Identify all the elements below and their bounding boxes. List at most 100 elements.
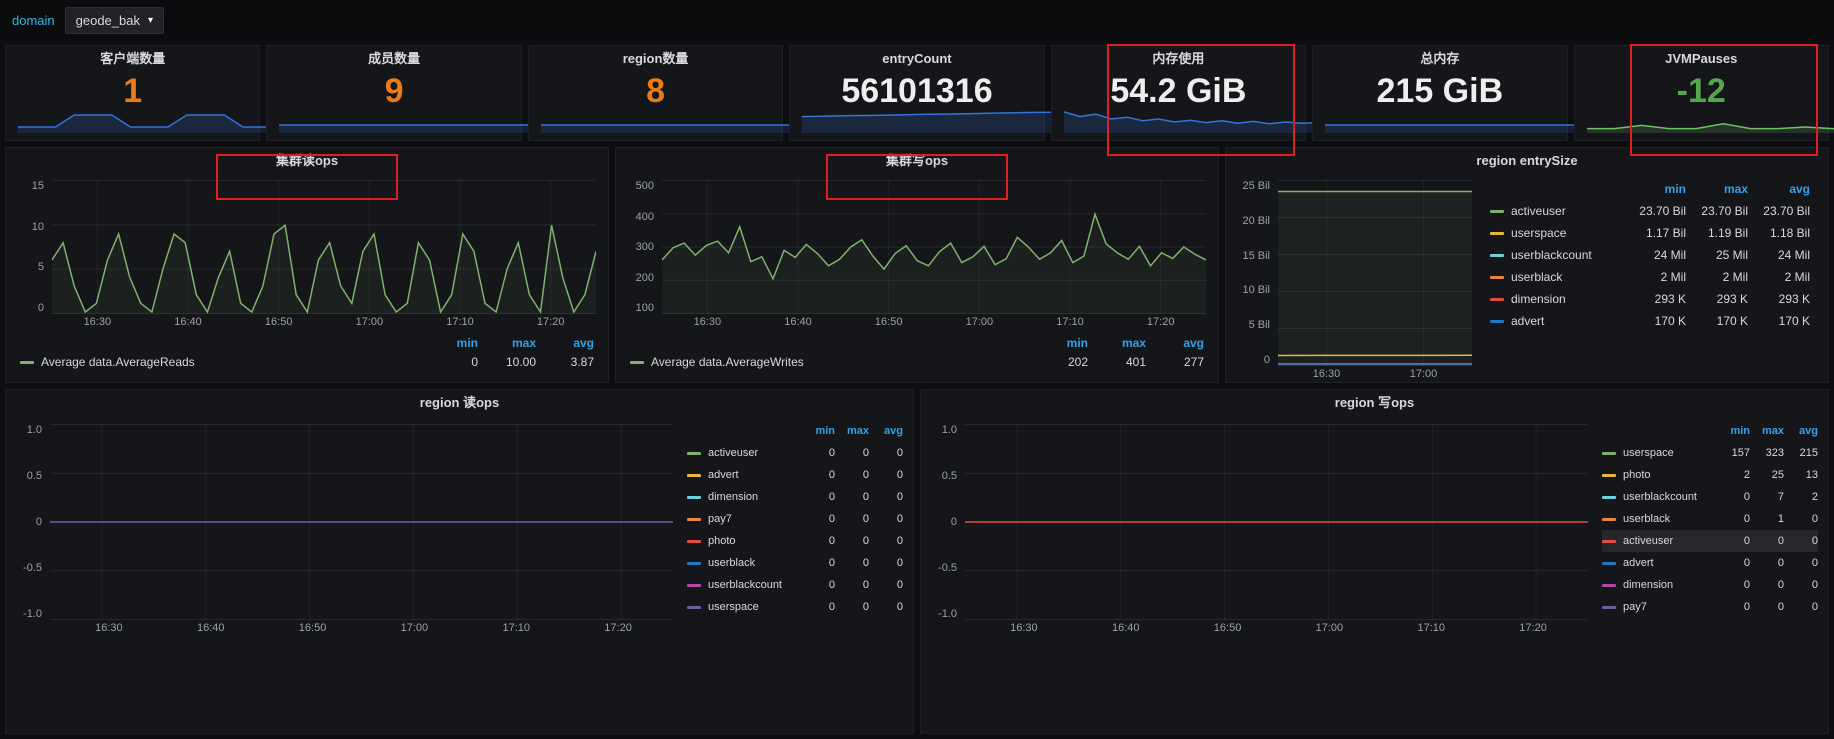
legend-row[interactable]: userspace 0 0 0 <box>687 596 903 618</box>
series-min: 23.70 Bil <box>1624 204 1686 218</box>
legend-row[interactable]: dimension 0 0 0 <box>1602 574 1818 596</box>
legend-rows: activeuser 23.70 Bil 23.70 Bil 23.70 Bil… <box>1490 200 1810 332</box>
legend-row[interactable]: userblack 2 Mil 2 Mil 2 Mil <box>1490 266 1810 288</box>
series-color-dash <box>1602 584 1616 587</box>
stat-panel-title[interactable]: 总内存 <box>1313 46 1566 72</box>
y-tick: -0.5 <box>938 562 957 574</box>
legend-col-max[interactable]: max <box>835 425 869 437</box>
stat-panel-title[interactable]: 成员数量 <box>267 46 520 72</box>
panel-title[interactable]: 集群写ops <box>616 148 1218 174</box>
variable-dropdown[interactable]: geode_bak ▾ <box>65 7 164 34</box>
legend-col-max[interactable]: max <box>478 336 536 350</box>
panel-body: 25 Bil20 Bil15 Bil10 Bil5 Bil0 16:3017:0… <box>1226 174 1828 380</box>
dashboard: 客户端数量 1 成员数量 9 region数量 8 entryCount <box>0 40 1834 739</box>
panel-title[interactable]: region entrySize <box>1226 148 1828 174</box>
y-tick: 300 <box>636 241 654 253</box>
series-max: 170 K <box>1686 314 1748 328</box>
legend-col-min[interactable]: min <box>1624 182 1686 196</box>
legend-row[interactable]: userblackcount 0 0 0 <box>687 574 903 596</box>
x-tick: 17:10 <box>1380 622 1482 634</box>
stat-panel-title[interactable]: 内存使用 <box>1052 46 1305 72</box>
line-chart[interactable] <box>662 180 1206 314</box>
legend-row[interactable]: dimension 293 K 293 K 293 K <box>1490 288 1810 310</box>
legend-col-min[interactable]: min <box>1030 336 1088 350</box>
legend-row[interactable]: pay7 0 0 0 <box>1602 596 1818 618</box>
series-max: 0 <box>835 491 869 503</box>
legend-col-avg[interactable]: avg <box>869 425 903 437</box>
series-name: dimension <box>708 491 801 503</box>
panel-cluster-write-ops: 集群写ops 500400300200100 16:3016:4016:5017… <box>615 147 1219 383</box>
series-name: advert <box>708 469 801 481</box>
legend-row[interactable]: activeuser 0 0 0 <box>687 442 903 464</box>
stat-panel: entryCount 56101316 <box>789 45 1044 141</box>
legend-col-avg[interactable]: avg <box>536 336 594 350</box>
stat-panel-title[interactable]: region数量 <box>529 46 782 72</box>
x-tick: 17:20 <box>1482 622 1584 634</box>
legend-row[interactable]: pay7 0 0 0 <box>687 508 903 530</box>
legend-row[interactable]: advert 0 0 0 <box>687 464 903 486</box>
legend-row[interactable]: advert 0 0 0 <box>1602 552 1818 574</box>
legend-col-avg[interactable]: avg <box>1748 182 1810 196</box>
legend-row[interactable]: userblackcount 0 7 2 <box>1602 486 1818 508</box>
legend-row[interactable]: userblackcount 24 Mil 25 Mil 24 Mil <box>1490 244 1810 266</box>
line-chart[interactable] <box>52 180 596 314</box>
x-tick: 17:20 <box>567 622 669 634</box>
legend-row[interactable]: advert 170 K 170 K 170 K <box>1490 310 1810 332</box>
series-name: activeuser <box>708 447 801 459</box>
legend-rows: Average data.AverageWrites 202 401 277 <box>630 352 1204 372</box>
legend-row[interactable]: dimension 0 0 0 <box>687 486 903 508</box>
panel-title[interactable]: 集群读ops <box>6 148 608 174</box>
legend-row[interactable]: userblack 0 1 0 <box>1602 508 1818 530</box>
series-min: 0 <box>801 579 835 591</box>
chart-area: 1.00.50-0.5-1.0 <box>14 424 677 620</box>
legend-col-min[interactable]: min <box>420 336 478 350</box>
series-name: userblack <box>1511 270 1624 284</box>
legend-col-min[interactable]: min <box>801 425 835 437</box>
legend-col-avg[interactable]: avg <box>1146 336 1204 350</box>
series-avg: 293 K <box>1748 292 1810 306</box>
series-name: userblack <box>1623 513 1716 525</box>
legend-row[interactable]: activeuser 0 0 0 <box>1602 530 1818 552</box>
series-max: 2 Mil <box>1686 270 1748 284</box>
legend-row[interactable]: userblack 0 0 0 <box>687 552 903 574</box>
x-tick: 17:00 <box>934 316 1025 328</box>
legend-col-avg[interactable]: avg <box>1784 425 1818 437</box>
series-name: pay7 <box>1623 601 1716 613</box>
series-name: photo <box>708 535 801 547</box>
legend-row[interactable]: Average data.AverageReads 0 10.00 3.87 <box>20 352 594 372</box>
legend-row[interactable]: userspace 157 323 215 <box>1602 442 1818 464</box>
x-axis: 16:3016:4016:5017:0017:1017:20 <box>973 622 1584 634</box>
series-min: 0 <box>420 355 478 369</box>
line-chart[interactable] <box>50 424 673 620</box>
series-color-dash <box>687 474 701 477</box>
chevron-down-icon: ▾ <box>148 15 153 26</box>
series-color-dash <box>687 606 701 609</box>
series-max: 7 <box>1750 491 1784 503</box>
legend-rows: userspace 157 323 215 photo 2 25 <box>1602 442 1818 618</box>
stat-panel-title[interactable]: 客户端数量 <box>6 46 259 72</box>
panel-title[interactable]: region 写ops <box>921 390 1828 416</box>
line-chart[interactable] <box>1278 180 1472 366</box>
legend-col-max[interactable]: max <box>1088 336 1146 350</box>
series-color-dash <box>1490 320 1504 323</box>
y-tick: 5 <box>38 261 44 273</box>
legend-col-max[interactable]: max <box>1686 182 1748 196</box>
line-chart[interactable] <box>965 424 1588 620</box>
stat-panel-title[interactable]: entryCount <box>790 46 1043 72</box>
legend-row[interactable]: activeuser 23.70 Bil 23.70 Bil 23.70 Bil <box>1490 200 1810 222</box>
series-color-dash <box>687 562 701 565</box>
legend-col-max[interactable]: max <box>1750 425 1784 437</box>
series-name: dimension <box>1511 292 1624 306</box>
legend-row[interactable]: userspace 1.17 Bil 1.19 Bil 1.18 Bil <box>1490 222 1810 244</box>
chart-area: 500400300200100 <box>616 174 1218 314</box>
y-tick: 0 <box>1264 354 1270 366</box>
series-min: 0 <box>801 469 835 481</box>
panel-title[interactable]: region 读ops <box>6 390 913 416</box>
legend-table: min max avg activeuser 23.70 Bil 23.70 B… <box>1476 176 1820 380</box>
x-tick: 16:30 <box>973 622 1075 634</box>
legend-row[interactable]: Average data.AverageWrites 202 401 277 <box>630 352 1204 372</box>
legend-row[interactable]: photo 2 25 13 <box>1602 464 1818 486</box>
stat-panel-title[interactable]: JVMPauses <box>1575 46 1828 72</box>
legend-col-min[interactable]: min <box>1716 425 1750 437</box>
legend-row[interactable]: photo 0 0 0 <box>687 530 903 552</box>
